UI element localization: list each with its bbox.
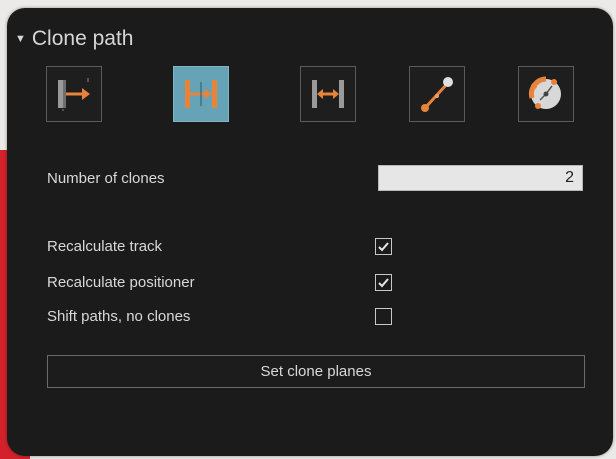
checkmark-icon (378, 242, 389, 252)
checkmark-icon (378, 278, 389, 288)
clone-offset-icon (58, 78, 90, 111)
clone-rotate-icon (528, 76, 561, 109)
clone-mirror-button[interactable] (173, 66, 229, 122)
clone-line-button[interactable] (409, 66, 465, 122)
collapse-triangle-icon[interactable]: ▼ (15, 33, 26, 45)
clone-path-panel: ▼ Clone path Number of clones 2 Recalcul… (7, 8, 613, 456)
clone-offset-button[interactable] (46, 66, 102, 122)
panel-title: Clone path (31, 27, 134, 50)
clone-span-icon (312, 80, 344, 108)
panel-header[interactable]: ▼ Clone path (15, 24, 133, 54)
clone-span-button[interactable] (300, 66, 356, 122)
clone-mirror-icon (185, 80, 217, 108)
shift-paths-label: Shift paths, no clones (47, 308, 191, 325)
number-of-clones-input[interactable]: 2 (378, 165, 583, 191)
set-clone-planes-button[interactable]: Set clone planes (47, 355, 585, 388)
clone-line-icon (421, 77, 453, 112)
clone-rotate-button[interactable] (518, 66, 574, 122)
recalculate-positioner-label: Recalculate positioner (47, 274, 195, 291)
shift-paths-checkbox[interactable] (375, 308, 392, 325)
recalculate-track-checkbox[interactable] (375, 238, 392, 255)
number-of-clones-label: Number of clones (47, 170, 165, 187)
recalculate-positioner-checkbox[interactable] (375, 274, 392, 291)
recalculate-track-label: Recalculate track (47, 238, 163, 255)
